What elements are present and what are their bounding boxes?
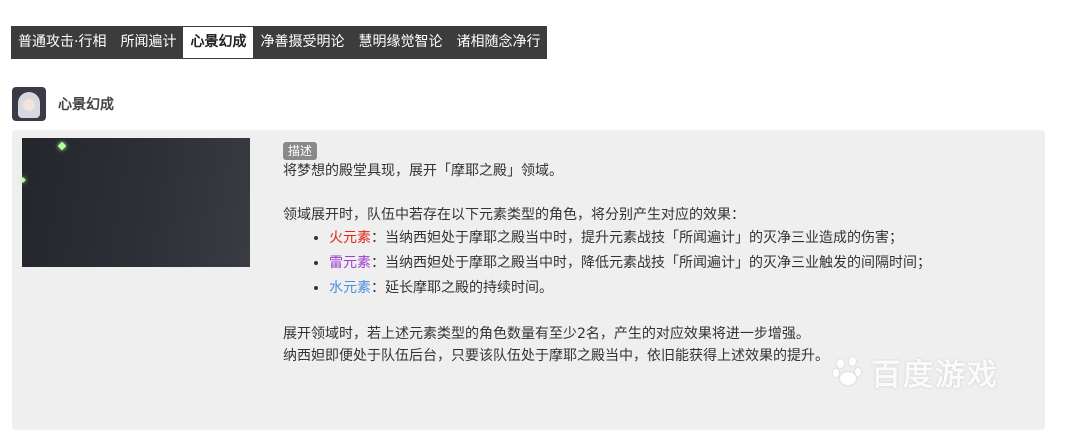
effects-list: 火元素：当纳西妲处于摩耶之殿当中时，提升元素战技「所闻遍计」的灭净三业造成的伤害… [283,226,1023,301]
skill-description: 描述 将梦想的殿堂具现，展开「摩耶之殿」领域。 领域展开时，队伍中若存在以下元素… [283,142,1023,367]
tab-passive-2[interactable]: 慧明缘觉智论 [351,26,449,59]
skill-preview-video[interactable] [20,138,250,267]
skill-header: 心景幻成 [12,86,114,122]
sparkle-icon [20,177,26,183]
description-tag: 描述 [283,142,318,160]
element-electro: 雷元素 [329,255,371,271]
tab-passive-1[interactable]: 净善摄受明论 [253,26,351,59]
skill-title: 心景幻成 [58,97,114,113]
description-effects-intro: 领域展开时，队伍中若存在以下元素类型的角色，将分别产生对应的效果： [283,207,745,223]
effect-text: ：当纳西妲处于摩耶之殿当中时，降低元素战技「所闻遍计」的灭净三业触发的间隔时间； [371,255,931,271]
watermark: 百度游戏 [833,350,999,394]
list-item: 雷元素：当纳西妲处于摩耶之殿当中时，降低元素战技「所闻遍计」的灭净三业触发的间隔… [329,251,1023,276]
watermark-text: 百度游戏 [871,358,999,393]
baidu-paw-icon [833,357,863,387]
effect-text: ：当纳西妲处于摩耶之殿当中时，提升元素战技「所闻遍计」的灭净三业造成的伤害； [371,230,903,246]
element-fire: 火元素 [329,230,371,246]
description-extra-1: 展开领域时，若上述元素类型的角色数量有至少2名，产生的对应效果将进一步增强。 [283,326,810,342]
effect-text: ：延长摩耶之殿的持续时间。 [371,280,553,296]
skill-tabs: 普通攻击·行相 所闻遍计 心景幻成 净善摄受明论 慧明缘觉智论 诸相随念净行 [11,26,548,59]
sparkle-icon [57,141,67,151]
tab-passive-3[interactable]: 诸相随念净行 [449,26,547,59]
tab-normal-attack[interactable]: 普通攻击·行相 [11,26,113,59]
skill-avatar-icon [12,87,46,121]
description-intro: 将梦想的殿堂具现，展开「摩耶之殿」领域。 [283,163,563,179]
list-item: 火元素：当纳西妲处于摩耶之殿当中时，提升元素战技「所闻遍计」的灭净三业造成的伤害… [329,226,1023,251]
element-hydro: 水元素 [329,280,371,296]
tab-elemental-skill[interactable]: 所闻遍计 [113,26,183,59]
list-item: 水元素：延长摩耶之殿的持续时间。 [329,276,1023,301]
tab-elemental-burst[interactable]: 心景幻成 [183,27,254,58]
